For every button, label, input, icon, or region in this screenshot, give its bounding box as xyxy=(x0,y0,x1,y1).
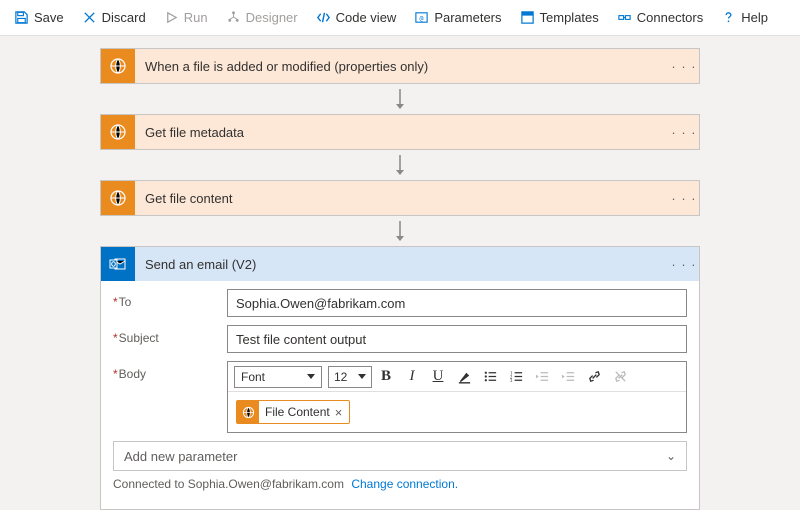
templates-icon xyxy=(520,10,535,25)
step-menu-button[interactable]: · · · xyxy=(669,191,699,206)
step-title: When a file is added or modified (proper… xyxy=(145,59,659,74)
italic-button[interactable]: I xyxy=(400,365,424,389)
help-button[interactable]: Help xyxy=(713,6,776,29)
unlink-button[interactable] xyxy=(608,365,632,389)
toolbar: Save Discard Run Designer Code view @ Pa… xyxy=(0,0,800,36)
svg-text:3: 3 xyxy=(509,379,512,384)
action-step-metadata[interactable]: Get file metadata · · · xyxy=(100,114,700,150)
sharepoint-icon xyxy=(101,181,135,215)
step-title: Send an email (V2) xyxy=(145,257,659,272)
svg-text:@: @ xyxy=(420,14,424,22)
step-title: Get file content xyxy=(145,191,659,206)
run-button[interactable]: Run xyxy=(156,6,216,29)
bullets-button[interactable] xyxy=(478,365,502,389)
body-content[interactable]: File Content × xyxy=(228,392,686,432)
discard-icon xyxy=(82,10,97,25)
save-icon xyxy=(14,10,29,25)
help-icon xyxy=(721,10,736,25)
change-connection-link[interactable]: Change connection. xyxy=(351,477,458,491)
step-menu-button[interactable]: · · · xyxy=(669,257,699,272)
designer-icon xyxy=(226,10,241,25)
bold-button[interactable]: B xyxy=(374,365,398,389)
designer-canvas: When a file is added or modified (proper… xyxy=(0,36,800,510)
underline-button[interactable]: U xyxy=(426,365,450,389)
connector-arrow xyxy=(100,84,700,114)
connector-arrow xyxy=(100,150,700,180)
chevron-down-icon xyxy=(358,374,366,379)
sharepoint-icon xyxy=(237,401,259,423)
sharepoint-icon xyxy=(101,115,135,149)
sharepoint-icon xyxy=(101,49,135,83)
connector-arrow xyxy=(100,216,700,246)
indent-button[interactable] xyxy=(556,365,580,389)
step-title: Get file metadata xyxy=(145,125,659,140)
token-remove-button[interactable]: × xyxy=(330,405,350,420)
subject-label: *Subject xyxy=(113,325,227,345)
dynamic-token[interactable]: File Content × xyxy=(236,400,350,424)
step-menu-button[interactable]: · · · xyxy=(669,125,699,140)
connectors-button[interactable]: Connectors xyxy=(609,6,711,29)
to-label: *To xyxy=(113,289,227,309)
to-input[interactable] xyxy=(227,289,687,317)
add-parameter-dropdown[interactable]: Add new parameter ⌄ xyxy=(113,441,687,471)
codeview-button[interactable]: Code view xyxy=(308,6,405,29)
chevron-down-icon xyxy=(307,374,315,379)
fontsize-select[interactable]: 12 xyxy=(328,366,372,388)
connectors-icon xyxy=(617,10,632,25)
parameters-button[interactable]: @ Parameters xyxy=(406,6,509,29)
action-step-email: Send an email (V2) · · · *To *Subject xyxy=(100,246,700,510)
step-header[interactable]: Send an email (V2) · · · xyxy=(101,247,699,281)
font-select[interactable]: Font xyxy=(234,366,322,388)
templates-button[interactable]: Templates xyxy=(512,6,607,29)
body-editor: Font 12 B I U xyxy=(227,361,687,433)
color-button[interactable] xyxy=(452,365,476,389)
link-button[interactable] xyxy=(582,365,606,389)
discard-button[interactable]: Discard xyxy=(74,6,154,29)
chevron-down-icon: ⌄ xyxy=(666,449,676,463)
designer-button[interactable]: Designer xyxy=(218,6,306,29)
email-form: *To *Subject *Body xyxy=(101,281,699,509)
rte-toolbar: Font 12 B I U xyxy=(228,362,686,392)
save-button[interactable]: Save xyxy=(6,6,72,29)
step-menu-button[interactable]: · · · xyxy=(669,59,699,74)
action-step-content[interactable]: Get file content · · · xyxy=(100,180,700,216)
codeview-icon xyxy=(316,10,331,25)
outdent-button[interactable] xyxy=(530,365,554,389)
outlook-icon xyxy=(101,247,135,281)
run-icon xyxy=(164,10,179,25)
subject-input[interactable] xyxy=(227,325,687,353)
trigger-step[interactable]: When a file is added or modified (proper… xyxy=(100,48,700,84)
parameters-icon: @ xyxy=(414,10,429,25)
numbers-button[interactable]: 123 xyxy=(504,365,528,389)
connection-info: Connected to Sophia.Owen@fabrikam.com Ch… xyxy=(113,471,687,499)
body-label: *Body xyxy=(113,361,227,381)
workflow: When a file is added or modified (proper… xyxy=(100,48,700,510)
